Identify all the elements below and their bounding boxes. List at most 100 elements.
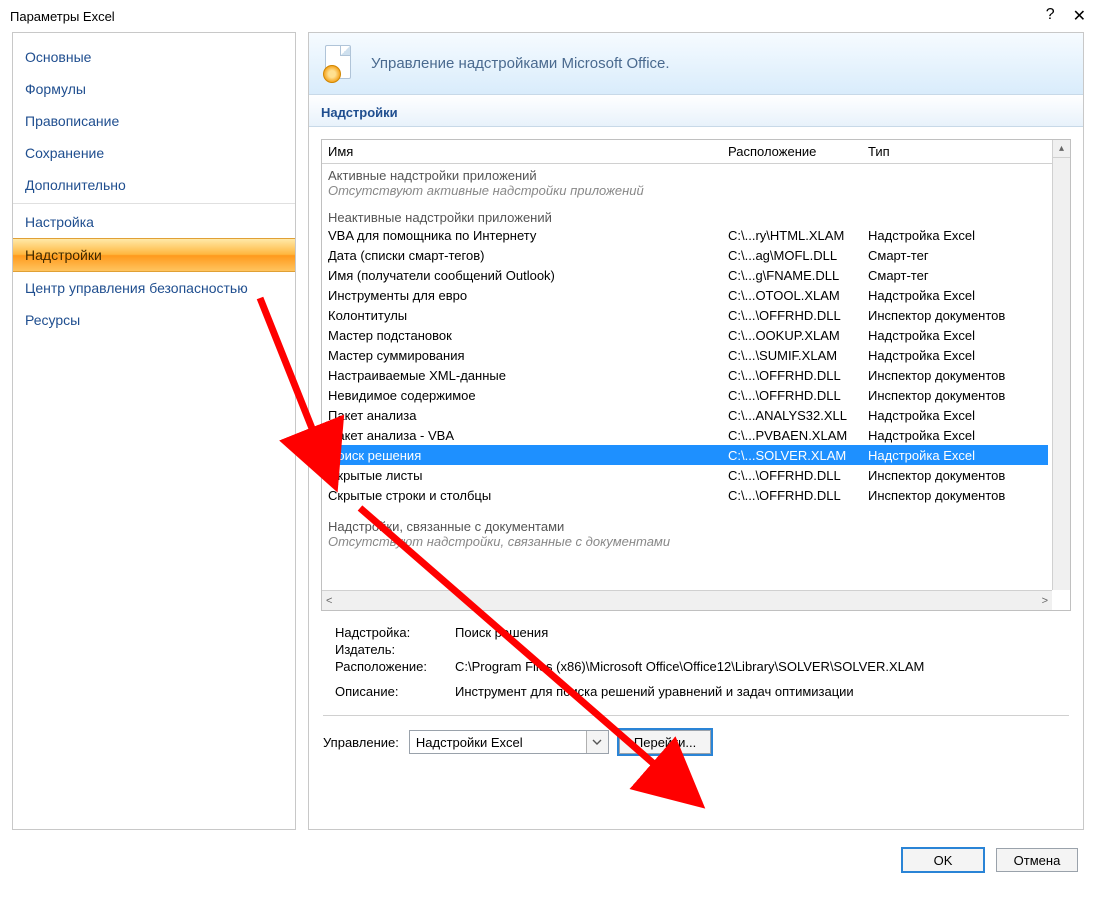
manage-row: Управление: Надстройки Excel Перейти...	[309, 730, 1083, 768]
row-location: C:\...g\FNAME.DLL	[728, 268, 868, 283]
detail-addin-value: Поиск решения	[455, 625, 1057, 640]
sidebar-item-customize[interactable]: Настройка	[13, 206, 295, 238]
row-name: Скрытые строки и столбцы	[328, 488, 728, 503]
horizontal-scrollbar[interactable]: <>	[322, 590, 1052, 610]
close-icon[interactable]: ✕	[1073, 6, 1086, 26]
row-name: Настраиваемые XML-данные	[328, 368, 728, 383]
row-location: C:\...\OFFRHD.DLL	[728, 388, 868, 403]
scroll-left-icon[interactable]: <	[326, 595, 332, 607]
detail-addin-label: Надстройка:	[335, 625, 455, 640]
list-item[interactable]: Невидимое содержимоеC:\...\OFFRHD.DLLИнс…	[328, 385, 1070, 405]
list-item[interactable]: Скрытые строки и столбцыC:\...\OFFRHD.DL…	[328, 485, 1070, 505]
sidebar-item-save[interactable]: Сохранение	[13, 137, 295, 169]
column-type[interactable]: Тип	[868, 144, 1046, 159]
row-location: C:\...ANALYS32.XLL	[728, 408, 868, 423]
sidebar-item-formulas[interactable]: Формулы	[13, 73, 295, 105]
detail-desc-value: Инструмент для поиска решений уравнений …	[455, 684, 1057, 699]
row-name: Пакет анализа	[328, 408, 728, 423]
divider	[323, 715, 1069, 716]
list-item[interactable]: Скрытые листыC:\...\OFFRHD.DLLИнспектор …	[328, 465, 1070, 485]
section-header: Надстройки	[309, 95, 1083, 127]
scroll-up-icon[interactable]: ▴	[1053, 140, 1070, 158]
list-item[interactable]: Имя (получатели сообщений Outlook)C:\...…	[328, 265, 1070, 285]
group-active-empty: Отсутствуют активные надстройки приложен…	[328, 183, 1070, 198]
list-item[interactable]: Настраиваемые XML-данныеC:\...\OFFRHD.DL…	[328, 365, 1070, 385]
group-inactive-header: Неактивные надстройки приложений	[328, 210, 1070, 225]
row-location: C:\...OOKUP.XLAM	[728, 328, 868, 343]
group-docrel-header: Надстройки, связанные с документами	[328, 519, 1070, 534]
manage-label: Управление:	[323, 735, 399, 750]
row-type: Смарт-тег	[868, 268, 1070, 283]
row-location: C:\...ag\MOFL.DLL	[728, 248, 868, 263]
row-type: Инспектор документов	[868, 468, 1070, 483]
titlebar: Параметры Excel ? ✕	[0, 0, 1096, 32]
scroll-right-icon[interactable]: >	[1042, 595, 1048, 607]
list-item[interactable]: Поиск решенияC:\...SOLVER.XLAMНадстройка…	[322, 445, 1048, 465]
row-type: Инспектор документов	[868, 308, 1070, 323]
dialog-footer: OK Отмена	[0, 842, 1096, 872]
row-name: Мастер суммирования	[328, 348, 728, 363]
list-header: Имя Расположение Тип	[322, 140, 1070, 164]
row-location: C:\...\OFFRHD.DLL	[728, 368, 868, 383]
row-name: Имя (получатели сообщений Outlook)	[328, 268, 728, 283]
group-active-header: Активные надстройки приложений	[328, 168, 1070, 183]
list-item[interactable]: Пакет анализа - VBAC:\...PVBAEN.XLAMНадс…	[328, 425, 1070, 445]
addins-listbox[interactable]: Имя Расположение Тип Активные надстройки…	[321, 139, 1071, 611]
window-title: Параметры Excel	[10, 9, 115, 24]
row-type: Надстройка Excel	[868, 348, 1070, 363]
row-location: C:\...\SUMIF.XLAM	[728, 348, 868, 363]
list-item[interactable]: VBA для помощника по ИнтернетуC:\...ry\H…	[328, 225, 1070, 245]
help-icon[interactable]: ?	[1046, 6, 1055, 26]
row-type: Инспектор документов	[868, 388, 1070, 403]
row-name: Невидимое содержимое	[328, 388, 728, 403]
group-docrel-empty: Отсутствуют надстройки, связанные с доку…	[328, 534, 1070, 549]
list-item[interactable]: Дата (списки смарт-тегов)C:\...ag\MOFL.D…	[328, 245, 1070, 265]
list-item[interactable]: Мастер суммированияC:\...\SUMIF.XLAMНадс…	[328, 345, 1070, 365]
chevron-down-icon[interactable]	[586, 731, 608, 753]
row-name: VBA для помощника по Интернету	[328, 228, 728, 243]
main-panel: Управление надстройками Microsoft Office…	[308, 32, 1084, 830]
row-name: Скрытые листы	[328, 468, 728, 483]
row-name: Пакет анализа - VBA	[328, 428, 728, 443]
sidebar-item-addins[interactable]: Надстройки	[13, 238, 295, 272]
nav-sidebar: Основные Формулы Правописание Сохранение…	[12, 32, 296, 830]
cancel-button[interactable]: Отмена	[996, 848, 1078, 872]
row-type: Смарт-тег	[868, 248, 1070, 263]
row-name: Мастер подстановок	[328, 328, 728, 343]
go-button[interactable]: Перейти...	[619, 730, 711, 754]
row-name: Колонтитулы	[328, 308, 728, 323]
row-type: Инспектор документов	[868, 368, 1070, 383]
banner-title: Управление надстройками Microsoft Office…	[371, 55, 1069, 72]
sidebar-item-proofing[interactable]: Правописание	[13, 105, 295, 137]
vertical-scrollbar[interactable]: ▴	[1052, 140, 1070, 590]
sidebar-item-trustcenter[interactable]: Центр управления безопасностью	[13, 272, 295, 304]
row-location: C:\...\OFFRHD.DLL	[728, 488, 868, 503]
detail-location-value: C:\Program Files (x86)\Microsoft Office\…	[455, 659, 1057, 674]
sidebar-item-general[interactable]: Основные	[13, 41, 295, 73]
row-name: Инструменты для евро	[328, 288, 728, 303]
row-type: Надстройка Excel	[868, 328, 1070, 343]
row-type: Надстройка Excel	[868, 448, 1048, 463]
row-location: C:\...SOLVER.XLAM	[728, 448, 868, 463]
detail-location-label: Расположение:	[335, 659, 455, 674]
sidebar-separator	[13, 203, 295, 204]
row-location: C:\...PVBAEN.XLAM	[728, 428, 868, 443]
ok-button[interactable]: OK	[902, 848, 984, 872]
column-name[interactable]: Имя	[328, 144, 728, 159]
list-item[interactable]: Инструменты для евроC:\...OTOOL.XLAMНадс…	[328, 285, 1070, 305]
addin-details: Надстройка:Поиск решения Издатель: Распо…	[309, 623, 1083, 715]
list-item[interactable]: Мастер подстановокC:\...OOKUP.XLAMНадстр…	[328, 325, 1070, 345]
sidebar-item-advanced[interactable]: Дополнительно	[13, 169, 295, 201]
list-item[interactable]: Пакет анализаC:\...ANALYS32.XLLНадстройк…	[328, 405, 1070, 425]
row-type: Надстройка Excel	[868, 408, 1070, 423]
column-location[interactable]: Расположение	[728, 144, 868, 159]
manage-combo[interactable]: Надстройки Excel	[409, 730, 609, 754]
row-name: Дата (списки смарт-тегов)	[328, 248, 728, 263]
row-location: C:\...OTOOL.XLAM	[728, 288, 868, 303]
row-type: Надстройка Excel	[868, 428, 1070, 443]
detail-desc-label: Описание:	[335, 684, 455, 699]
list-item[interactable]: КолонтитулыC:\...\OFFRHD.DLLИнспектор до…	[328, 305, 1070, 325]
row-name: Поиск решения	[328, 448, 728, 463]
banner: Управление надстройками Microsoft Office…	[309, 33, 1083, 95]
sidebar-item-resources[interactable]: Ресурсы	[13, 304, 295, 336]
